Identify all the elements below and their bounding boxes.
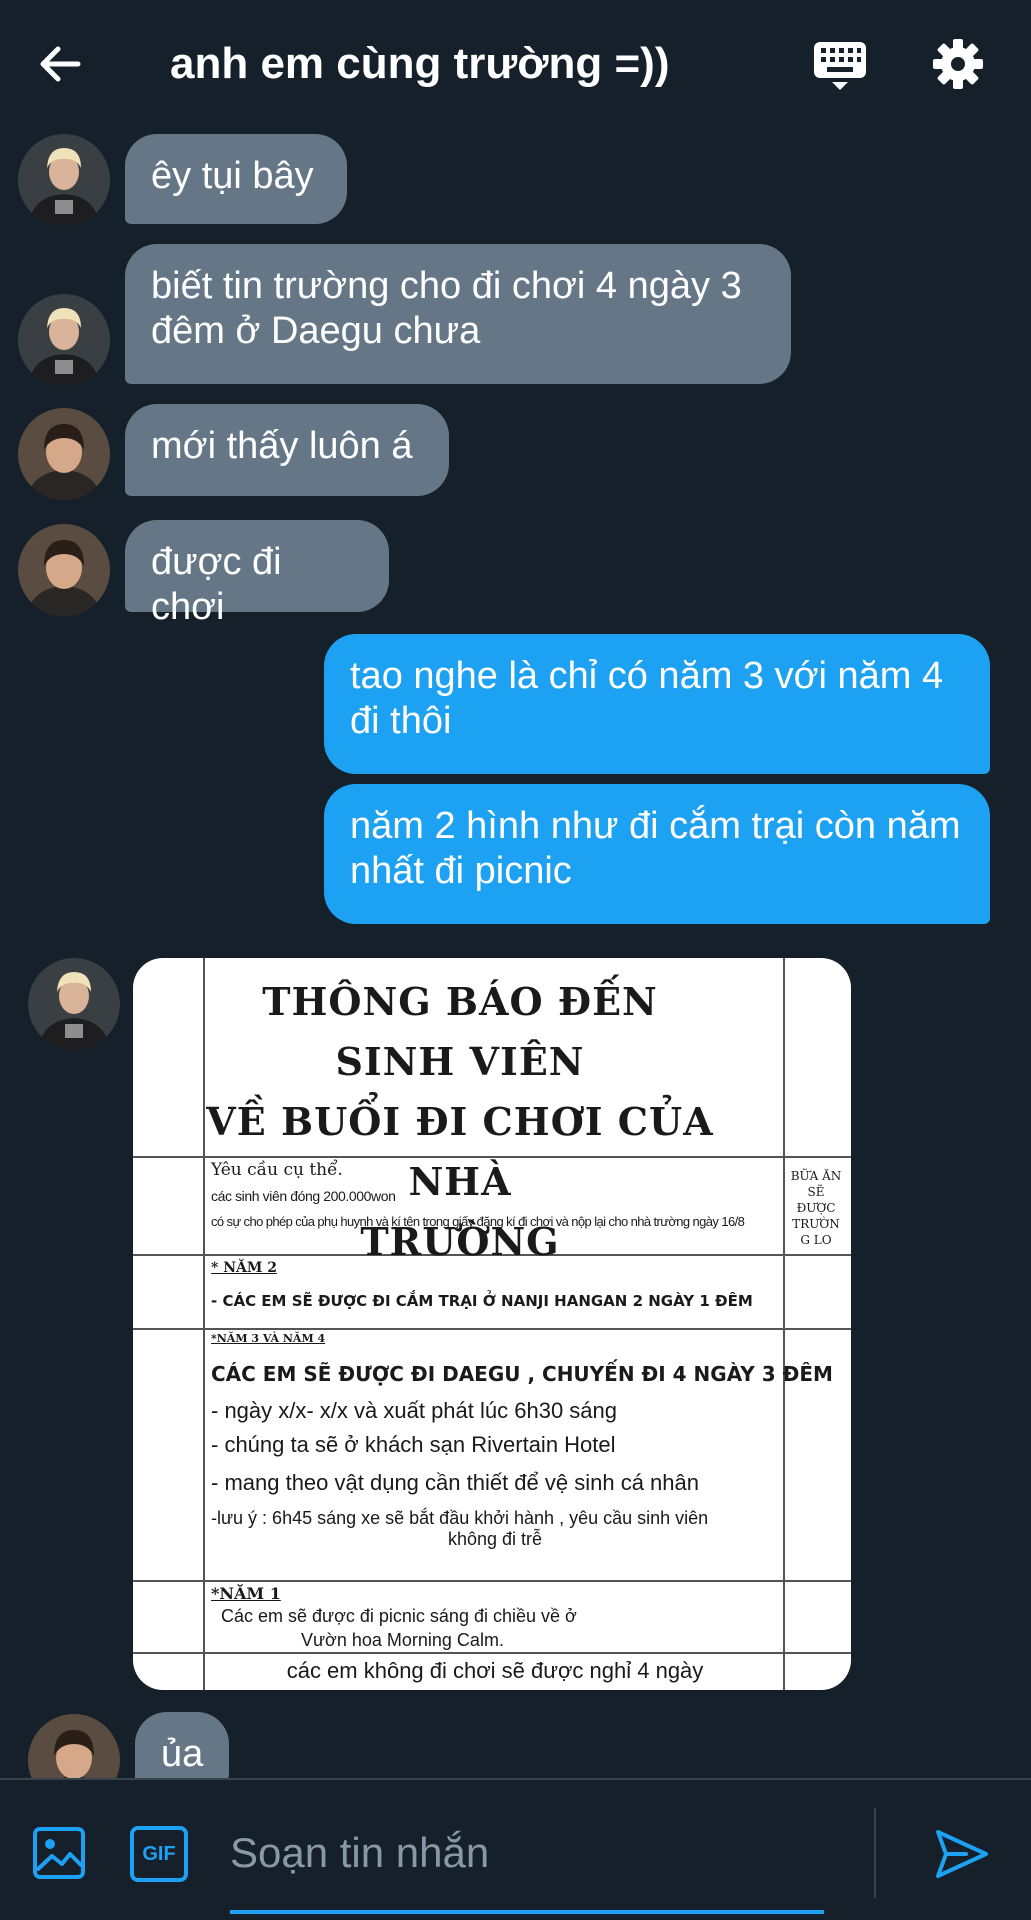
- conversation-title: anh em cùng trường =)): [170, 39, 670, 88]
- avatar[interactable]: [18, 134, 110, 226]
- message-bubble-incoming[interactable]: êy tụi bây: [125, 134, 347, 224]
- message-bubble-outgoing[interactable]: tao nghe là chỉ có năm 3 với năm 4 đi th…: [324, 634, 990, 774]
- gif-icon: GIF: [130, 1826, 188, 1882]
- avatar[interactable]: [28, 958, 120, 1050]
- notice-year34-title: CÁC EM SẼ ĐƯỢC ĐI DAEGU , CHUYẾN ĐI 4 NG…: [211, 1362, 833, 1386]
- composer-divider: [874, 1808, 876, 1898]
- add-image-button[interactable]: [32, 1826, 86, 1880]
- input-underline: [230, 1910, 824, 1914]
- message-bubble-outgoing[interactable]: năm 2 hình như đi cắm trại còn năm nhất …: [324, 784, 990, 924]
- notice-year34-item: - chúng ta sẽ ở khách sạn Rivertain Hote…: [211, 1432, 616, 1457]
- send-button[interactable]: [932, 1824, 992, 1884]
- send-icon: [936, 1830, 988, 1878]
- notice-year34-item: - ngày x/x- x/x và xuất phát lúc 6h30 sá…: [211, 1398, 618, 1423]
- message-bubble-incoming[interactable]: được đi chơi: [125, 520, 389, 628]
- image-icon: [33, 1827, 85, 1879]
- notice-year34-item: - mang theo vật dụng cần thiết để vệ sin…: [211, 1470, 699, 1495]
- chat-header: anh em cùng trường =)): [0, 0, 1031, 130]
- message-composer: GIF: [0, 1778, 1031, 1920]
- avatar[interactable]: [18, 408, 110, 500]
- notice-side-note: BỮA ĂN SẼ ĐƯỢC TRƯỜN G LO: [790, 1169, 842, 1247]
- notice-year2-text: - CÁC EM SẼ ĐƯỢC ĐI CẮM TRẠI Ở NANJI HAN…: [211, 1292, 753, 1310]
- back-button[interactable]: [34, 38, 86, 90]
- arrow-left-icon: [40, 46, 81, 82]
- message-input[interactable]: [230, 1816, 830, 1890]
- notice-requirement: có sự cho phép của phụ huynh và kí tên t…: [211, 1214, 745, 1229]
- notice-year1-heading: *NĂM 1: [211, 1584, 281, 1603]
- notice-year34-note: -lưu ý : 6h45 sáng xe sẽ bắt đầu khởi hà…: [211, 1508, 709, 1549]
- notice-footer: các em không đi chơi sẽ được nghỉ 4 ngày: [286, 1658, 704, 1683]
- message-bubble-incoming[interactable]: biết tin trường cho đi chơi 4 ngày 3 đêm…: [125, 244, 791, 384]
- keyboard-button[interactable]: [812, 38, 868, 94]
- add-gif-button[interactable]: GIF: [130, 1826, 188, 1882]
- notice-year1-text: Các em sẽ được đi picnic sáng đi chiều v…: [221, 1606, 577, 1650]
- settings-button[interactable]: [930, 36, 986, 92]
- notice-year2-heading: * NĂM 2: [211, 1260, 277, 1276]
- notice-requirement: các sinh viên đóng 200.000won: [211, 1188, 396, 1204]
- notice-requirements-heading: Yêu cầu cụ thể.: [211, 1160, 343, 1180]
- keyboard-icon: [814, 42, 866, 90]
- notice-year34-heading: *NĂM 3 VÀ NĂM 4: [211, 1332, 326, 1345]
- message-bubble-incoming[interactable]: mới thấy luôn á: [125, 404, 449, 496]
- avatar[interactable]: [18, 294, 110, 386]
- avatar[interactable]: [18, 524, 110, 616]
- shared-image-notice[interactable]: THÔNG BÁO ĐẾN SINH VIÊN VỀ BUỔI ĐI CHƠI …: [133, 958, 851, 1690]
- gear-icon: [933, 39, 983, 89]
